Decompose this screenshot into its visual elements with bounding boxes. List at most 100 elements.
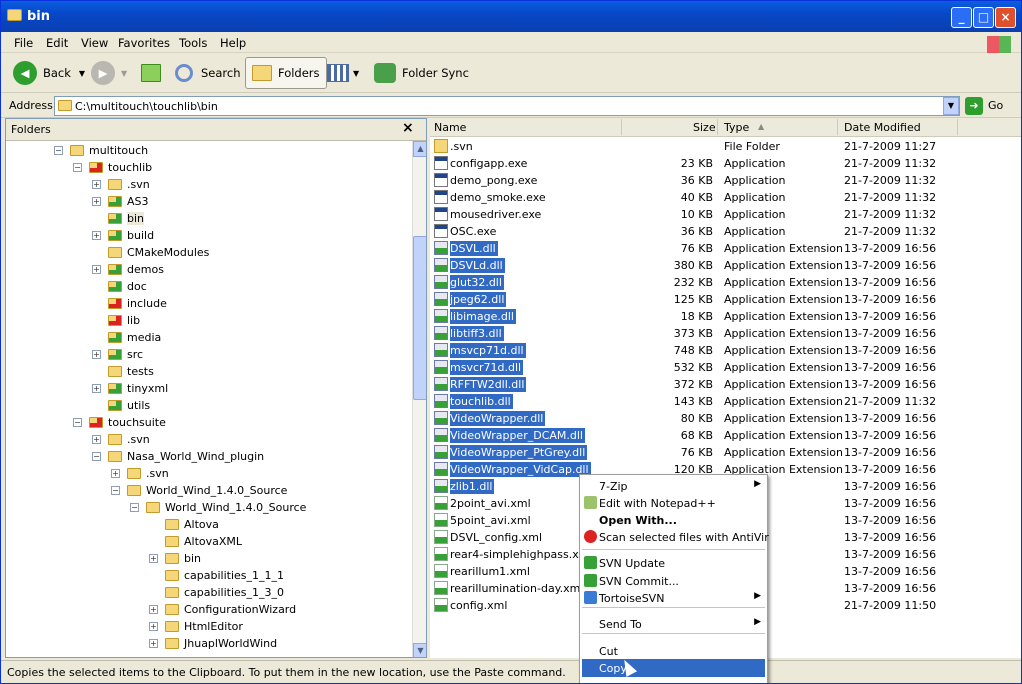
file-row[interactable]: msvcp71d.dll 748 KB Application Extension 1… <box>430 342 1021 359</box>
maximize-button[interactable]: □ <box>973 7 994 28</box>
col-size[interactable]: Size <box>693 121 716 134</box>
tree-item[interactable]: − touchlib <box>73 159 152 176</box>
col-date[interactable]: Date Modified <box>844 121 921 134</box>
tree-item[interactable]: + src <box>92 346 143 363</box>
collapse-icon[interactable]: − <box>130 503 139 512</box>
tree-item[interactable]: + build <box>92 227 154 244</box>
menu-help[interactable]: Help <box>220 36 246 50</box>
tree-item[interactable]: − touchsuite <box>73 414 166 431</box>
tree-item[interactable]: + .svn <box>92 431 150 448</box>
tree-item[interactable]: doc <box>92 278 147 295</box>
menu-item-open-with[interactable]: Open With... <box>582 511 765 529</box>
file-row[interactable]: jpeg62.dll 125 KB Application Extension 13-… <box>430 291 1021 308</box>
expand-icon[interactable]: + <box>92 435 101 444</box>
expand-icon[interactable]: + <box>92 384 101 393</box>
menu-item-tortoisesvn[interactable]: TortoiseSVN ▶ <box>582 589 765 607</box>
expand-icon[interactable]: + <box>92 231 101 240</box>
tree-item[interactable]: + tinyxml <box>92 380 168 397</box>
back-dropdown-icon[interactable]: ▼ <box>79 69 85 78</box>
tree-item[interactable]: media <box>92 329 161 346</box>
go-arrow-icon[interactable]: ➜ <box>965 97 983 115</box>
menu-item-send-to[interactable]: Send To ▶ <box>582 615 765 633</box>
menu-file[interactable]: File <box>14 36 33 50</box>
expand-icon[interactable]: + <box>111 469 120 478</box>
tree-item[interactable]: + .svn <box>92 176 150 193</box>
menu-favorites[interactable]: Favorites <box>118 36 170 50</box>
file-row[interactable]: libimage.dll 18 KB Application Extension 13… <box>430 308 1021 325</box>
expand-icon[interactable]: + <box>149 605 158 614</box>
expand-icon[interactable]: + <box>149 622 158 631</box>
address-input[interactable]: C:\multitouch\touchlib\bin <box>54 96 960 116</box>
file-row[interactable]: VideoWrapper_PtGrey.dll 76 KB Application … <box>430 444 1021 461</box>
menu-item-cut[interactable]: Cut <box>582 642 765 660</box>
tree-item[interactable]: capabilities_1_3_0 <box>149 584 284 601</box>
file-row[interactable]: libtiff3.dll 373 KB Application Extension 1… <box>430 325 1021 342</box>
tree-item[interactable]: + ConfigurationWizard <box>149 601 296 618</box>
col-name[interactable]: Name <box>434 121 466 134</box>
file-row[interactable]: DSVLd.dll 380 KB Application Extension 13-7… <box>430 257 1021 274</box>
menu-item-svn-commit[interactable]: SVN Commit... <box>582 572 765 590</box>
file-row[interactable]: mousedriver.exe 10 KB Application 21-7-2009… <box>430 206 1021 223</box>
file-row[interactable]: msvcr71d.dll 532 KB Application Extension 1… <box>430 359 1021 376</box>
expand-icon[interactable]: + <box>149 554 158 563</box>
expand-icon[interactable]: + <box>92 197 101 206</box>
tree-item[interactable]: + JhuaplWorldWind <box>149 635 277 652</box>
tree-item[interactable]: + HtmlEditor <box>149 618 243 635</box>
file-row[interactable]: .svn File Folder 21-7-2009 11:27 <box>430 138 1021 155</box>
folders-button[interactable]: Folders <box>245 57 327 89</box>
file-row[interactable]: VideoWrapper_DCAM.dll 68 KB Application Ex… <box>430 427 1021 444</box>
file-row[interactable]: demo_smoke.exe 40 KB Application 21-7-2009 … <box>430 189 1021 206</box>
scroll-down-icon[interactable]: ▼ <box>413 643 426 657</box>
collapse-icon[interactable]: − <box>73 418 82 427</box>
forward-dropdown-icon[interactable]: ▼ <box>121 69 127 78</box>
tree-item[interactable]: utils <box>92 397 150 414</box>
tree-item[interactable]: include <box>92 295 167 312</box>
collapse-icon[interactable]: − <box>92 452 101 461</box>
forward-button[interactable]: ▶ ▼ <box>91 57 127 89</box>
file-row[interactable]: configapp.exe 23 KB Application 21-7-2009 1… <box>430 155 1021 172</box>
folder-sync-button[interactable]: Folder Sync <box>374 57 469 89</box>
file-row[interactable]: VideoWrapper.dll 80 KB Application Extensi… <box>430 410 1021 427</box>
file-row[interactable]: demo_pong.exe 36 KB Application 21-7-2009 1… <box>430 172 1021 189</box>
tree-item[interactable]: + bin <box>149 550 201 567</box>
expand-icon[interactable]: + <box>149 639 158 648</box>
tree-item[interactable]: lib <box>92 312 140 329</box>
menu-edit[interactable]: Edit <box>46 36 68 50</box>
views-dropdown-icon[interactable]: ▼ <box>353 69 359 78</box>
close-button[interactable]: × <box>995 7 1016 28</box>
tree-item[interactable]: − World_Wind_1.4.0_Source <box>111 482 287 499</box>
tree-item[interactable]: Altova <box>149 516 219 533</box>
file-row[interactable]: glut32.dll 232 KB Application Extension 13-… <box>430 274 1021 291</box>
views-button[interactable]: ▼ <box>327 57 359 89</box>
tree-item[interactable]: − World_Wind_1.4.0_Source <box>130 499 306 516</box>
folders-scrollbar[interactable]: ▲ ▼ <box>412 141 426 657</box>
expand-icon[interactable]: + <box>92 350 101 359</box>
minimize-button[interactable]: _ <box>951 7 972 28</box>
menu-item-edit-with-notepad[interactable]: Edit with Notepad++ <box>582 494 765 512</box>
collapse-icon[interactable]: − <box>73 163 82 172</box>
menu-tools[interactable]: Tools <box>179 36 207 50</box>
tree-item[interactable]: CMakeModules <box>92 244 209 261</box>
tree-item[interactable]: bin <box>92 210 145 227</box>
tree-item[interactable]: capabilities_1_1_1 <box>149 567 284 584</box>
menu-item-7-zip[interactable]: 7-Zip ▶ <box>582 477 765 495</box>
collapse-icon[interactable]: − <box>111 486 120 495</box>
file-row[interactable]: OSC.exe 36 KB Application 21-7-2009 11:32 <box>430 223 1021 240</box>
close-pane-icon[interactable]: × <box>402 120 414 136</box>
menu-item-scan-selected-files-with-antivir[interactable]: Scan selected files with AntiVir <box>582 528 769 546</box>
tree-item[interactable]: − Nasa_World_Wind_plugin <box>92 448 264 465</box>
address-dropdown-icon[interactable]: ▼ <box>943 97 959 115</box>
menu-item-svn-update[interactable]: SVN Update <box>582 554 765 572</box>
up-folder-button[interactable] <box>141 57 161 89</box>
collapse-icon[interactable]: − <box>54 146 63 155</box>
col-type[interactable]: Type <box>724 121 749 134</box>
file-row[interactable]: DSVL.dll 76 KB Application Extension 13-7-2… <box>430 240 1021 257</box>
tree-item[interactable]: + demos <box>92 261 164 278</box>
tree-item[interactable]: + AS3 <box>92 193 149 210</box>
expand-icon[interactable]: + <box>92 180 101 189</box>
expand-icon[interactable]: + <box>92 265 101 274</box>
tree-item[interactable]: + .svn <box>111 465 169 482</box>
menu-item-copy[interactable]: Copy <box>582 659 765 677</box>
go-button[interactable]: Go <box>988 99 1003 112</box>
search-button[interactable]: Search <box>175 57 241 89</box>
